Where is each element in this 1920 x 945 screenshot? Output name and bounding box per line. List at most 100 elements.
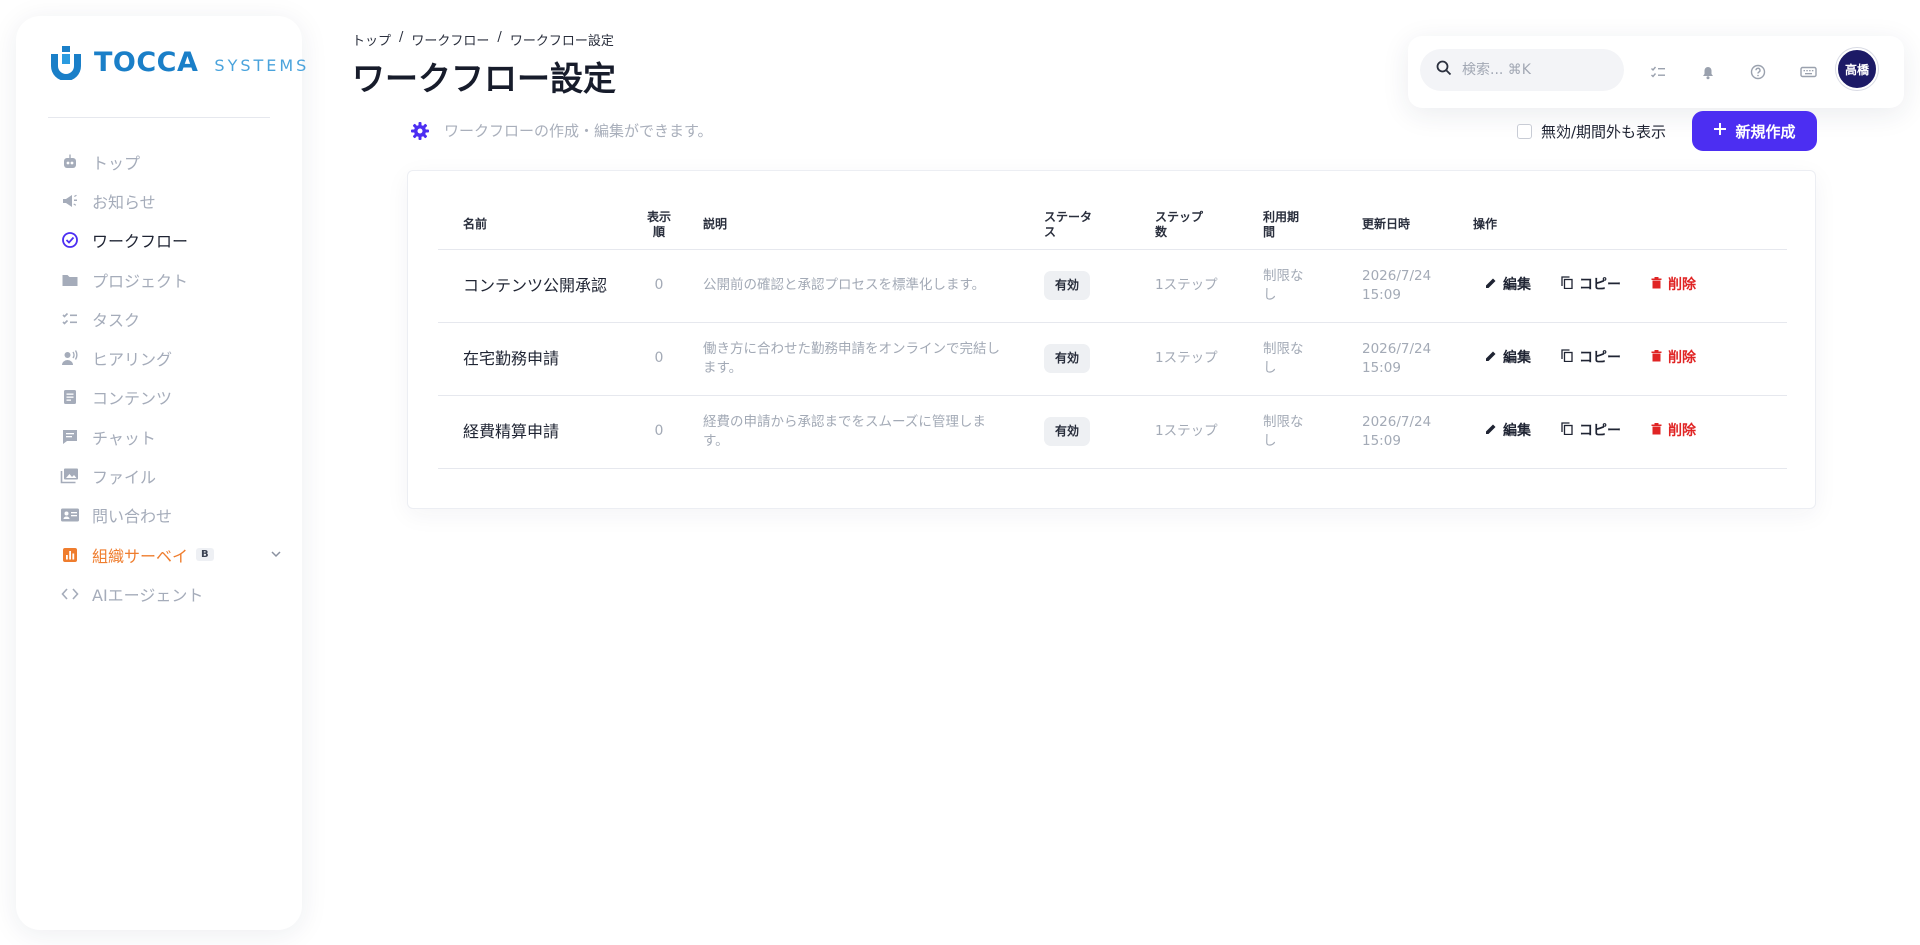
col-header-order[interactable]: 表示順: [633, 201, 685, 250]
col-header-status-text: ステータス: [1044, 209, 1093, 239]
workflow-name[interactable]: コンテンツ公開承認: [438, 249, 633, 323]
robot-icon: [60, 152, 80, 172]
keyboard-icon[interactable]: [1798, 62, 1818, 82]
sidebar-item-ai-agent[interactable]: AIエージェント: [60, 574, 292, 613]
search-box[interactable]: [1420, 49, 1624, 91]
sidebar-item-file[interactable]: ファイル: [60, 456, 292, 495]
chevron-down-icon[interactable]: [270, 545, 282, 564]
code-icon: [60, 584, 80, 604]
updated-at-text: 2026/7/24 15:09: [1362, 267, 1432, 303]
edit-button[interactable]: 編集: [1485, 422, 1531, 441]
new-button-label: 新規作成: [1735, 122, 1796, 141]
copy-button[interactable]: コピー: [1561, 276, 1621, 295]
sidebar-item-news[interactable]: お知らせ: [60, 181, 292, 220]
table-row[interactable]: コンテンツ公開承認 0 公開前の確認と承認プロセスを標準化します。 有効 1ステ…: [438, 249, 1787, 323]
new-workflow-button[interactable]: 新規作成: [1692, 111, 1817, 151]
show-inactive-checkbox[interactable]: [1517, 124, 1532, 139]
display-order: 0: [633, 395, 685, 469]
breadcrumb-item[interactable]: ワークフロー: [411, 30, 489, 49]
logo[interactable]: TOCCA SYSTEMS: [48, 44, 309, 80]
sidebar-item-survey[interactable]: 組織サーベイ B: [60, 535, 292, 574]
workflow-description: 経費の申請から承認までをスムーズに管理します。: [685, 395, 1044, 469]
col-header-description[interactable]: 説明: [685, 201, 1044, 250]
sidebar-item-label: 組織サーベイ: [92, 546, 189, 566]
sidebar-item-content[interactable]: コンテンツ: [60, 378, 292, 417]
col-header-status[interactable]: ステータス: [1044, 201, 1155, 250]
copy-icon: [1561, 422, 1573, 441]
sidebar-item-label: プロジェクト: [92, 271, 189, 291]
edit-label: 編集: [1503, 350, 1531, 366]
breadcrumb-item[interactable]: トップ: [352, 30, 391, 49]
search-input[interactable]: [1462, 62, 1602, 78]
delete-label: 削除: [1668, 277, 1696, 293]
pencil-icon: [1485, 349, 1497, 368]
table-header-row: 名前 表示順 説明 ステータス ステップ数 利用期間 更新日時 操作: [438, 201, 1787, 250]
copy-icon: [1561, 349, 1573, 368]
status-cell: 有効: [1044, 249, 1155, 323]
usage-period: 制限なし: [1263, 249, 1362, 323]
tocca-logo-icon: [51, 46, 81, 80]
delete-button[interactable]: 削除: [1651, 349, 1696, 368]
col-header-period[interactable]: 利用期間: [1263, 201, 1362, 250]
sidebar-item-label: お知らせ: [92, 192, 156, 212]
workflow-name[interactable]: 経費精算申請: [438, 395, 633, 469]
workflow-table: 名前 表示順 説明 ステータス ステップ数 利用期間 更新日時 操作 コンテンツ…: [438, 201, 1787, 469]
sidebar-item-label: トップ: [92, 153, 141, 173]
sidebar-item-label: 問い合わせ: [92, 507, 173, 527]
gear-icon: [410, 121, 430, 141]
sidebar-item-top[interactable]: トップ: [60, 142, 292, 181]
folder-icon: [60, 270, 80, 290]
bell-icon[interactable]: [1698, 62, 1718, 82]
sidebar-item-hearing[interactable]: ヒアリング: [60, 338, 292, 377]
help-icon[interactable]: [1748, 62, 1768, 82]
checklist-icon: [60, 309, 80, 329]
step-count: 1ステップ: [1155, 249, 1263, 323]
usage-period: 制限なし: [1263, 322, 1362, 396]
delete-button[interactable]: 削除: [1651, 276, 1696, 295]
show-inactive-toggle[interactable]: 無効/期間外も表示: [1517, 121, 1666, 142]
beta-badge: B: [196, 548, 214, 562]
sidebar-item-task[interactable]: タスク: [60, 299, 292, 338]
edit-button[interactable]: 編集: [1485, 349, 1531, 368]
table-row[interactable]: 経費精算申請 0 経費の申請から承認までをスムーズに管理します。 有効 1ステッ…: [438, 395, 1787, 469]
avatar[interactable]: 高橋: [1836, 48, 1878, 90]
edit-button[interactable]: 編集: [1485, 276, 1531, 295]
workflow-description: 働き方に合わせた勤務申請をオンラインで完結します。: [685, 322, 1044, 396]
sidebar-item-project[interactable]: プロジェクト: [60, 260, 292, 299]
usage-period-text: 制限なし: [1263, 340, 1304, 376]
trash-icon: [1651, 276, 1662, 295]
checklist-icon[interactable]: [1648, 62, 1668, 82]
col-header-name[interactable]: 名前: [438, 201, 633, 250]
sidebar-item-workflow[interactable]: ワークフロー: [60, 221, 292, 260]
status-cell: 有効: [1044, 395, 1155, 469]
col-header-steps[interactable]: ステップ数: [1155, 201, 1263, 250]
col-header-period-text: 利用期間: [1263, 209, 1300, 239]
copy-button[interactable]: コピー: [1561, 349, 1621, 368]
logo-text: TOCCA: [94, 46, 199, 78]
speaking-person-icon: [60, 348, 80, 368]
megaphone-icon: [60, 191, 80, 211]
workflow-description: 公開前の確認と承認プロセスを標準化します。: [685, 249, 1044, 323]
col-header-order-text: 表示順: [646, 209, 671, 239]
updated-at: 2026/7/24 15:09: [1362, 395, 1473, 469]
copy-button[interactable]: コピー: [1561, 422, 1621, 441]
sidebar-item-label: ファイル: [92, 468, 157, 488]
copy-label: コピー: [1579, 350, 1621, 366]
delete-button[interactable]: 削除: [1651, 422, 1696, 441]
status-cell: 有効: [1044, 322, 1155, 396]
sidebar-item-inquiry[interactable]: 問い合わせ: [60, 496, 292, 535]
table-row[interactable]: 在宅勤務申請 0 働き方に合わせた勤務申請をオンラインで完結します。 有効 1ス…: [438, 322, 1787, 396]
workflow-name[interactable]: 在宅勤務申請: [438, 322, 633, 396]
breadcrumb-separator: /: [497, 30, 502, 45]
breadcrumb-separator: /: [399, 30, 404, 45]
photo-library-icon: [60, 466, 80, 486]
updated-at-text: 2026/7/24 15:09: [1362, 340, 1432, 376]
trash-icon: [1651, 422, 1662, 441]
page-subtitle: ワークフローの作成・編集ができます。: [444, 122, 713, 140]
sidebar-nav: トップ お知らせ ワークフロー プロジェクト タスク ヒアリング コンテンツ チ…: [60, 142, 292, 614]
updated-at: 2026/7/24 15:09: [1362, 322, 1473, 396]
col-header-steps-text: ステップ数: [1155, 209, 1204, 239]
sidebar-item-chat[interactable]: チャット: [60, 417, 292, 456]
check-circle-icon: [60, 230, 80, 250]
col-header-updated[interactable]: 更新日時: [1362, 201, 1473, 250]
